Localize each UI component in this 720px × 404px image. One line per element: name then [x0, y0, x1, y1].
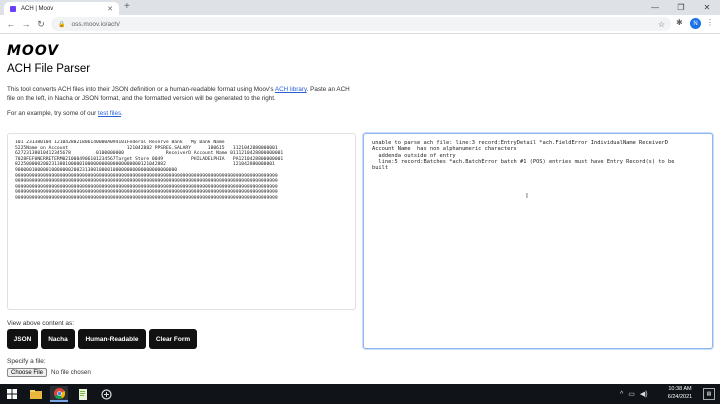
no-file-chosen-text: No file chosen: [51, 369, 91, 376]
lock-icon: 🔒: [58, 21, 66, 28]
output-textarea[interactable]: unable to parse ach file: line:3 record:…: [363, 133, 713, 349]
clock-date: 6/24/2021: [667, 393, 693, 400]
format-button-row: JSON Nacha Human-Readable Clear Form: [7, 329, 197, 349]
parse-error-output: unable to parse ach file: line:3 record:…: [372, 140, 675, 172]
example-prefix: For an example, try some of our: [7, 110, 98, 117]
clock-time: 10:38 AM: [668, 386, 692, 392]
extensions-icon[interactable]: ✱: [676, 18, 683, 27]
clear-form-button[interactable]: Clear Form: [149, 329, 197, 349]
tab-close-icon[interactable]: ✕: [107, 5, 113, 13]
maximize-button[interactable]: ❐: [668, 0, 694, 15]
human-readable-button[interactable]: Human-Readable: [78, 329, 146, 349]
view-as-label: View above content as:: [7, 320, 75, 327]
close-window-button[interactable]: ✕: [694, 0, 720, 15]
address-bar[interactable]: 🔒 oss.moov.io/ach/ ☆: [51, 17, 671, 31]
windows-taskbar: ^ ▭ ◀) 10:38 AM 6/24/2021 ▤: [0, 384, 720, 404]
intro-text: This tool converts ACH files into their …: [7, 85, 357, 103]
browser-toolbar: ← → ↻ 🔒 oss.moov.io/ach/ ☆ ✱ ⋮: [0, 15, 720, 34]
reload-icon[interactable]: ↻: [34, 17, 48, 31]
volume-icon[interactable]: ◀): [640, 390, 648, 398]
example-text: For an example, try some of our test fil…: [7, 110, 123, 117]
moov-favicon-icon: [10, 5, 16, 12]
tray-chevron-icon[interactable]: ^: [620, 391, 623, 398]
url-text: oss.moov.io/ach/: [71, 20, 120, 28]
tab-title: ACH | Moov: [21, 5, 54, 12]
test-files-link[interactable]: test files: [98, 110, 121, 117]
tab-strip: ACH | Moov ✕ + — ❐ ✕: [0, 0, 720, 15]
app-circle-icon[interactable]: [97, 386, 115, 402]
ach-input-text: 101 231380104 1210428821806140000A094101…: [15, 140, 284, 201]
profile-avatar[interactable]: N: [690, 18, 701, 29]
notepad-plus-icon[interactable]: [74, 386, 92, 402]
ach-library-link[interactable]: ACH library: [275, 86, 307, 93]
intro-text-part1: This tool converts ACH files into their …: [7, 86, 275, 93]
json-button[interactable]: JSON: [7, 329, 38, 349]
example-suffix: .: [121, 110, 123, 117]
bookmark-star-icon[interactable]: ☆: [658, 20, 665, 29]
specify-file-label: Specify a file:: [7, 358, 46, 365]
forward-icon[interactable]: →: [19, 17, 33, 31]
chrome-icon[interactable]: [50, 386, 68, 402]
nacha-button[interactable]: Nacha: [41, 329, 75, 349]
notification-center-icon[interactable]: ▤: [703, 388, 715, 400]
back-icon[interactable]: ←: [4, 17, 18, 31]
network-icon[interactable]: ▭: [628, 390, 635, 398]
choose-file-button[interactable]: Choose File: [7, 368, 48, 377]
file-explorer-icon[interactable]: [27, 386, 45, 402]
windows-start-icon[interactable]: [3, 386, 21, 402]
minimize-button[interactable]: —: [642, 0, 668, 15]
tab-ach-moov[interactable]: ACH | Moov ✕: [4, 2, 119, 15]
taskbar-clock[interactable]: 10:38 AM 6/24/2021: [663, 386, 697, 401]
text-cursor-icon: I: [526, 193, 528, 200]
browser-menu-icon[interactable]: ⋮: [706, 18, 714, 27]
new-tab-button[interactable]: +: [124, 1, 130, 12]
page-title: ACH File Parser: [7, 63, 91, 75]
ach-input-textarea[interactable]: 101 231380104 1210428821806140000A094101…: [7, 133, 356, 310]
moov-logo[interactable]: MOOV: [7, 43, 59, 59]
file-input: Choose File No file chosen: [7, 368, 91, 377]
system-tray: ^ ▭ ◀): [620, 384, 648, 404]
